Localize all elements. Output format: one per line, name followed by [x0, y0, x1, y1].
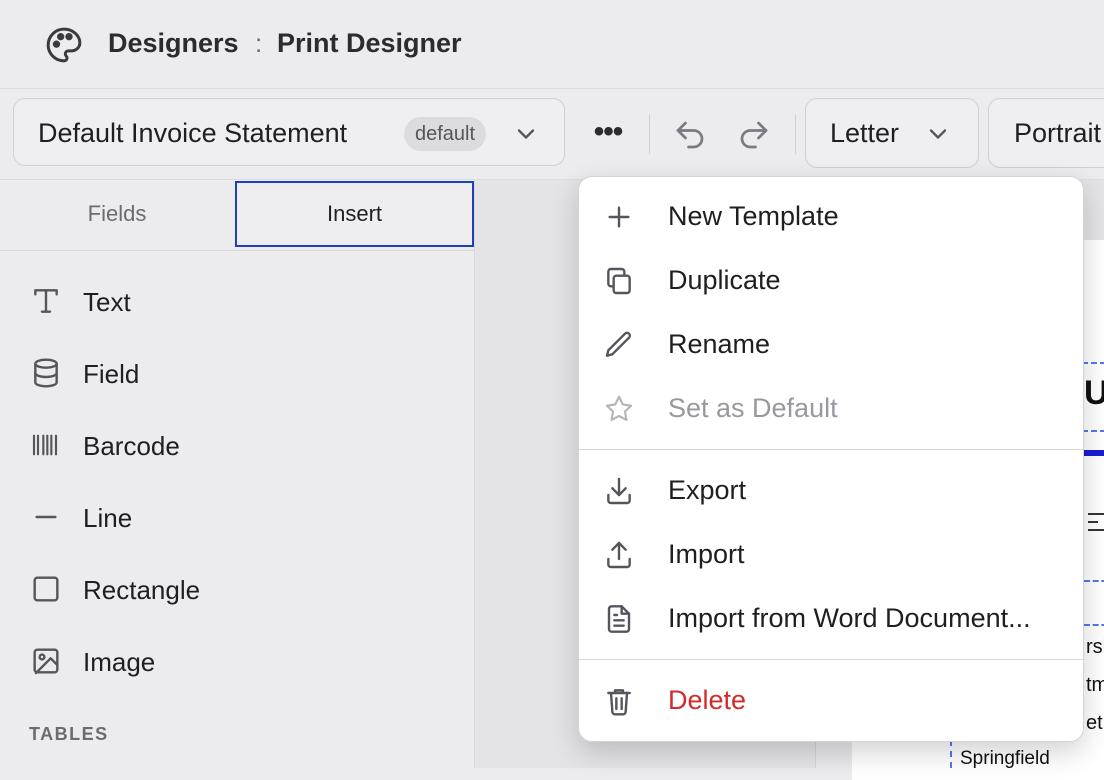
barcode-icon — [30, 429, 62, 461]
insert-item-rectangle[interactable]: Rectangle — [0, 555, 474, 627]
menu-item-label: Duplicate — [668, 265, 781, 295]
menu-item-label: Export — [668, 475, 747, 505]
upload-icon — [603, 539, 635, 571]
insert-item-label: Field — [83, 359, 140, 389]
menu-item-new-template[interactable]: New Template — [579, 187, 1083, 247]
document-icon — [603, 603, 635, 635]
menu-item-duplicate[interactable]: Duplicate — [579, 251, 1083, 311]
line-icon — [30, 501, 62, 533]
toolbar-divider — [795, 114, 796, 154]
menu-item-label: Rename — [668, 329, 771, 359]
menu-item-rename[interactable]: Rename — [579, 315, 1083, 375]
more-options-button[interactable]: ••• — [586, 112, 630, 156]
insert-item-barcode[interactable]: Barcode — [0, 411, 474, 483]
template-name: Default Invoice Statement — [38, 118, 348, 148]
insert-item-text[interactable]: Text — [0, 267, 474, 339]
canvas-text-fragment: rsi — [1086, 636, 1104, 658]
rectangle-icon — [30, 573, 62, 605]
trash-icon — [603, 685, 635, 717]
canvas-title-fragment: U — [1084, 374, 1104, 412]
menu-item-label: Import from Word Document... — [668, 603, 1031, 633]
page-size-value: Letter — [830, 118, 900, 148]
image-icon — [30, 645, 62, 677]
text-icon — [30, 285, 62, 317]
menu-item-label: Set as Default — [668, 393, 838, 423]
insert-item-label: Barcode — [83, 431, 180, 461]
more-options-menu: New Template Duplicate Rename Set as Def… — [578, 176, 1084, 742]
insert-item-label: Text — [83, 287, 131, 317]
menu-item-export[interactable]: Export — [579, 461, 1083, 521]
insert-item-label: Line — [83, 503, 133, 533]
canvas-guide — [950, 740, 954, 768]
menu-divider — [579, 449, 1083, 450]
menu-item-import-word[interactable]: Import from Word Document... — [579, 589, 1083, 649]
tab-fields[interactable]: Fields — [0, 181, 234, 247]
star-icon — [603, 393, 635, 425]
tabs-divider — [0, 250, 474, 251]
orientation-value: Portrait — [1014, 118, 1102, 148]
menu-item-import[interactable]: Import — [579, 525, 1083, 585]
menu-item-label: New Template — [668, 201, 839, 231]
chevron-down-icon — [512, 120, 540, 148]
page-title: Print Designer — [277, 28, 462, 58]
download-icon — [603, 475, 635, 507]
menu-item-delete[interactable]: Delete — [579, 671, 1083, 731]
copy-icon — [603, 265, 635, 297]
menu-item-set-as-default: Set as Default — [579, 379, 1083, 439]
breadcrumb-parent[interactable]: Designers — [108, 28, 239, 59]
database-icon — [30, 357, 62, 389]
menu-divider — [579, 659, 1083, 660]
menu-item-label: Import — [668, 539, 745, 569]
insert-item-field[interactable]: Field — [0, 339, 474, 411]
toolbar-divider — [649, 114, 650, 154]
pencil-icon — [603, 329, 635, 361]
tab-insert[interactable]: Insert — [235, 181, 474, 247]
default-badge: default — [404, 117, 487, 151]
canvas-text-fragment: et — [1086, 712, 1103, 734]
canvas-text-fragment: Springfield — [960, 748, 1050, 769]
undo-icon[interactable] — [672, 117, 708, 153]
canvas-element[interactable] — [1084, 580, 1104, 626]
insert-item-label: Image — [83, 647, 156, 677]
insert-item-line[interactable]: Line — [0, 483, 474, 555]
palette-icon — [44, 25, 84, 65]
chevron-down-icon — [924, 120, 952, 148]
align-icon[interactable] — [1086, 508, 1104, 538]
breadcrumb-separator: : — [255, 28, 263, 58]
canvas-text-fragment: tm — [1086, 674, 1104, 696]
plus-icon — [603, 201, 635, 233]
tables-section-heading: TABLES — [29, 724, 109, 744]
redo-icon[interactable] — [736, 117, 772, 153]
insert-item-image[interactable]: Image — [0, 627, 474, 699]
canvas-accent-rule — [1084, 450, 1104, 456]
menu-item-label: Delete — [668, 685, 747, 715]
insert-item-label: Rectangle — [83, 575, 201, 605]
